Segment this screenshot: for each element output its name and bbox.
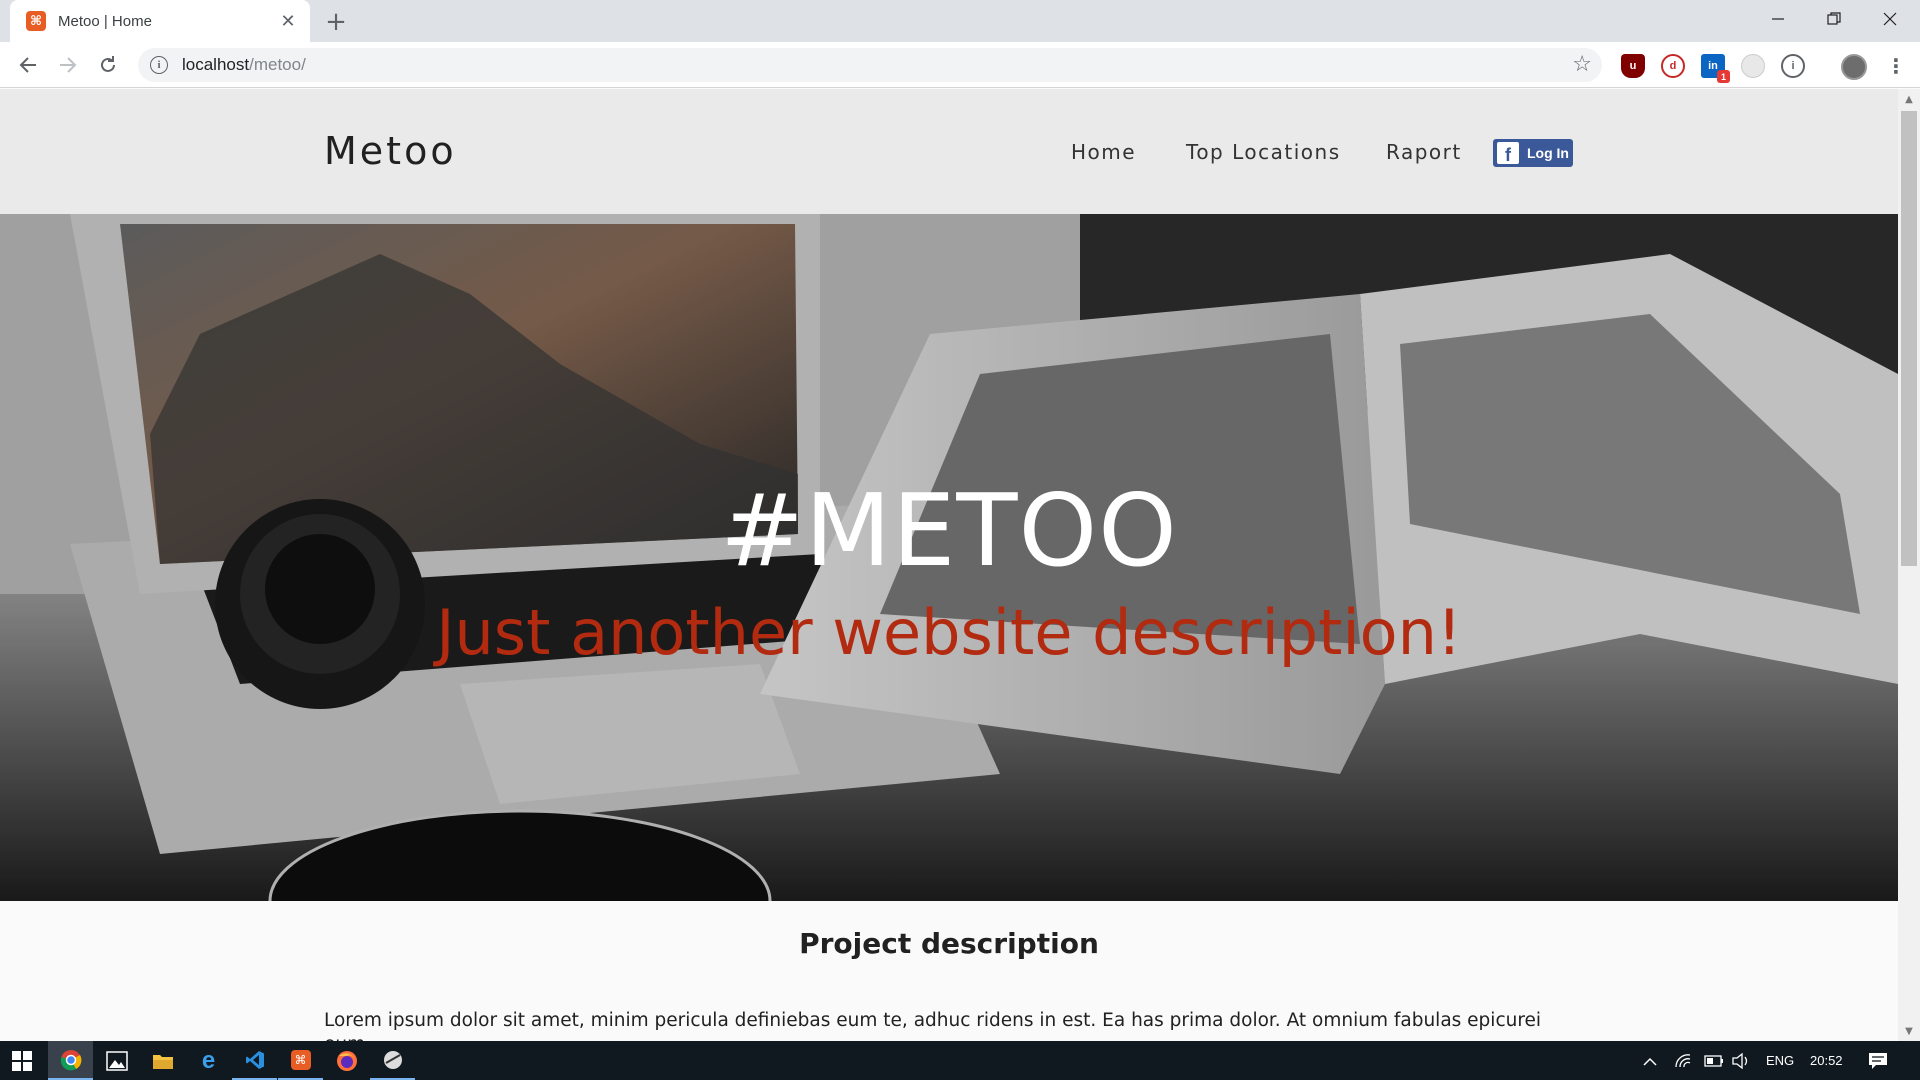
battery-status[interactable] (1704, 1041, 1724, 1080)
restore-window-button[interactable] (1806, 0, 1862, 38)
browser-menu-icon[interactable]: ⋮ (1886, 54, 1906, 78)
scrollbar-thumb[interactable] (1901, 111, 1917, 566)
vscode-icon (245, 1050, 264, 1069)
ublock-extension-icon[interactable]: u (1621, 54, 1645, 78)
nav-top-locations[interactable]: Top Locations (1186, 140, 1341, 164)
address-bar[interactable]: i localhost/metoo/ ☆ (138, 48, 1602, 82)
system-clock[interactable]: 20:52 (1810, 1041, 1843, 1080)
facebook-login-label: Log In (1527, 145, 1569, 161)
taskbar-chrome[interactable] (48, 1041, 93, 1080)
site-header: Metoo Home Top Locations Raport f Log In (0, 89, 1898, 214)
input-language[interactable]: ENG (1766, 1041, 1794, 1080)
chevron-up-icon (1643, 1057, 1657, 1066)
nav-raport[interactable]: Raport (1386, 140, 1462, 164)
scroll-down-arrow-icon[interactable]: ▼ (1898, 1021, 1920, 1041)
minimize-window-button[interactable] (1750, 0, 1806, 38)
show-hidden-icons-button[interactable] (1642, 1041, 1658, 1080)
project-description-text: Lorem ipsum dolor sit amet, minim pericu… (324, 1010, 1542, 1041)
xampp-icon: ⌘ (26, 11, 46, 31)
tab-title: Metoo | Home (58, 12, 152, 30)
linkedin-extension-icon[interactable]: in 1 (1701, 54, 1730, 83)
hero-banner: #METOO Just another website description! (0, 214, 1898, 901)
taskbar-file-explorer[interactable] (140, 1041, 185, 1080)
new-tab-button[interactable]: + (322, 7, 350, 37)
facebook-icon: f (1497, 142, 1519, 164)
notifications-icon (1869, 1052, 1887, 1069)
extension-badge: 1 (1717, 70, 1730, 83)
wifi-icon (1675, 1053, 1691, 1067)
app-icon (383, 1050, 402, 1069)
extension-circle-icon[interactable]: i (1781, 54, 1805, 78)
section-title: Project description (799, 927, 1099, 960)
taskbar-edge[interactable]: e (186, 1041, 231, 1080)
restore-icon (1827, 12, 1841, 25)
arrow-left-icon (19, 57, 36, 73)
page-scrollbar[interactable]: ▲ ▼ (1898, 89, 1920, 1041)
taskbar-xampp[interactable]: ⌘ (278, 1041, 323, 1080)
site-brand[interactable]: Metoo (324, 129, 457, 173)
reload-icon (101, 56, 115, 72)
project-description-section: Project description Lorem ipsum dolor si… (0, 901, 1898, 1041)
photos-icon (105, 1050, 128, 1071)
taskbar-firefox[interactable] (324, 1041, 369, 1080)
xampp-taskbar-icon: ⌘ (290, 1049, 311, 1070)
scroll-up-arrow-icon[interactable]: ▲ (1898, 89, 1920, 109)
arrow-right-icon (60, 57, 77, 73)
close-icon (1883, 12, 1897, 26)
extension-icon[interactable] (1741, 54, 1765, 78)
reload-button[interactable] (92, 49, 124, 81)
minimize-icon (1772, 18, 1784, 20)
url-host: localhost (182, 55, 250, 74)
volume-control[interactable] (1732, 1041, 1750, 1080)
start-button[interactable] (0, 1041, 44, 1080)
close-tab-icon[interactable]: ✕ (278, 11, 298, 32)
bookmark-star-icon[interactable]: ☆ (1572, 52, 1592, 77)
hero-subtitle: Just another website description! (436, 596, 1462, 669)
back-button[interactable] (12, 49, 44, 81)
site-info-icon[interactable]: i (150, 56, 168, 74)
network-status[interactable] (1674, 1041, 1692, 1080)
browser-toolbar: i localhost/metoo/ ☆ u d in 1 i ⋮ (0, 42, 1920, 88)
windows-taskbar: e ⌘ ENG 20:52 (0, 1041, 1920, 1080)
taskbar-app[interactable] (370, 1041, 415, 1080)
taskbar-vscode[interactable] (232, 1041, 277, 1080)
action-center-button[interactable] (1868, 1041, 1888, 1080)
chrome-icon (60, 1049, 81, 1070)
firefox-icon (336, 1050, 357, 1071)
analytics-extension-icon[interactable]: d (1661, 54, 1685, 78)
folder-icon (152, 1054, 173, 1069)
battery-icon (1704, 1054, 1723, 1067)
url-text[interactable]: localhost/metoo/ (182, 55, 306, 75)
hero-title: #METOO (720, 472, 1178, 589)
edge-icon: e (201, 1046, 216, 1074)
browser-tab[interactable]: ⌘ Metoo | Home ✕ (10, 0, 310, 42)
taskbar-photos[interactable] (94, 1041, 139, 1080)
url-path: /metoo/ (249, 55, 306, 74)
profile-avatar[interactable] (1841, 54, 1867, 80)
browser-tab-strip: ⌘ Metoo | Home ✕ + (0, 0, 1920, 42)
nav-home[interactable]: Home (1071, 140, 1136, 164)
speaker-icon (1732, 1052, 1748, 1069)
forward-button[interactable] (52, 49, 84, 81)
windows-logo-icon (12, 1050, 32, 1071)
close-window-button[interactable] (1862, 0, 1918, 38)
facebook-login-button[interactable]: f Log In (1493, 139, 1573, 167)
